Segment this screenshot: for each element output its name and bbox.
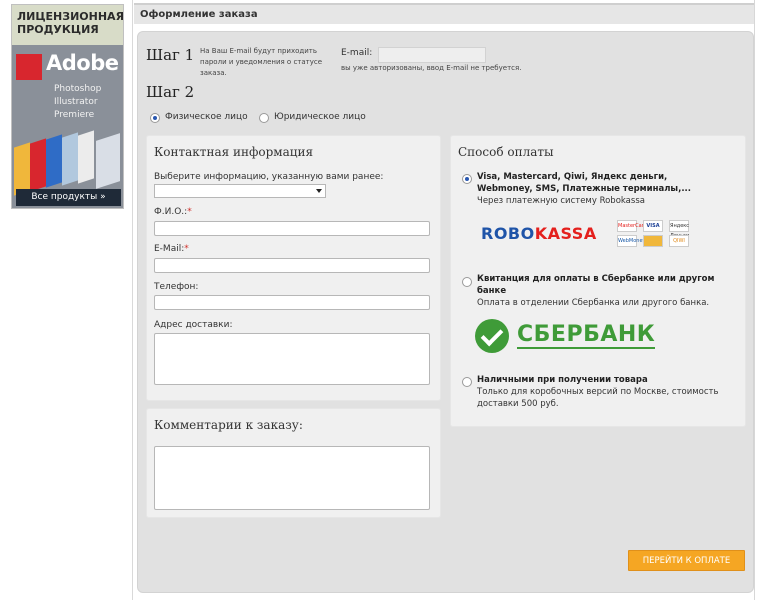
card-logo bbox=[643, 235, 663, 247]
step-2-label: Шаг 2 bbox=[146, 83, 195, 101]
adobe-logo-icon bbox=[16, 54, 42, 80]
all-products-button[interactable]: Все продукты » bbox=[16, 189, 121, 206]
product-box bbox=[14, 142, 30, 196]
comments-title: Комментарии к заказу: bbox=[154, 418, 303, 432]
radio-individual[interactable] bbox=[150, 113, 160, 123]
adobe-brand: Adobe bbox=[46, 51, 119, 75]
radio-cash[interactable] bbox=[462, 377, 472, 387]
email-label: E-mail: bbox=[341, 48, 373, 58]
chevron-down-icon bbox=[316, 189, 322, 193]
banner-product: Photoshop bbox=[54, 84, 102, 94]
adobe-logo: Adobe bbox=[16, 51, 121, 81]
product-box bbox=[62, 132, 78, 186]
cash-option-desc: Только для коробочных версий по Москве, … bbox=[477, 387, 719, 409]
payment-title: Способ оплаты bbox=[458, 145, 554, 159]
sberbank-check-icon bbox=[475, 319, 509, 353]
individual-label: Физическое лицо bbox=[165, 112, 248, 122]
payment-panel: Способ оплаты Visa, Mastercard, Qiwi, Ян… bbox=[450, 135, 746, 427]
legal-entity-label: Юридическое лицо bbox=[274, 112, 366, 122]
radio-legal-entity[interactable] bbox=[259, 113, 269, 123]
radio-sberbank[interactable] bbox=[462, 277, 472, 287]
sberbank-wordmark: СБЕРБАНК bbox=[517, 322, 656, 349]
email-field[interactable] bbox=[154, 258, 430, 273]
main-content: Оформление заказа Шаг 1 На Ваш E-mail бу… bbox=[134, 0, 770, 600]
name-input[interactable] bbox=[154, 221, 430, 236]
product-box bbox=[78, 130, 94, 184]
yandex-money-logo: Яндекс Деньги bbox=[669, 220, 689, 239]
webmoney-logo: WebMoney bbox=[617, 235, 645, 247]
right-border bbox=[754, 0, 755, 600]
name-label: Ф.И.О.:* bbox=[154, 207, 192, 217]
address-label: Адрес доставки: bbox=[154, 320, 233, 330]
visa-logo: VISA bbox=[643, 220, 663, 232]
left-sidebar: ЛИЦЕНЗИОННАЯ ПРОДУКЦИЯ Adobe Photoshop I… bbox=[0, 0, 133, 600]
product-boxes-image bbox=[12, 130, 123, 196]
product-box bbox=[46, 134, 62, 188]
checkout-form: Шаг 1 На Ваш E-mail будут приходить паро… bbox=[137, 31, 754, 593]
banner-product: Illustrator bbox=[54, 97, 98, 107]
product-box bbox=[96, 133, 120, 189]
product-box bbox=[30, 138, 46, 192]
payment-cards-logos: MasterCard VISA Яндекс Деньги WebMoney Q… bbox=[617, 220, 693, 250]
robokassa-logo: ROBOKASSA bbox=[481, 224, 597, 243]
step-1-note: На Ваш E-mail будут приходить пароли и у… bbox=[200, 47, 323, 77]
step-1-label: Шаг 1 bbox=[146, 46, 195, 64]
banner-product: Premiere bbox=[54, 110, 95, 120]
mastercard-logo: MasterCard bbox=[617, 220, 647, 232]
select-label: Выберите информацию, указанную вами ране… bbox=[154, 172, 384, 182]
phone-label: Телефон: bbox=[154, 282, 199, 292]
sberbank-option-desc: Оплата в отделении Сбербанка или другого… bbox=[477, 298, 710, 308]
contact-panel: Контактная информация Выберите информаци… bbox=[146, 135, 441, 401]
cash-option-title: Наличными при получении товара bbox=[477, 375, 648, 385]
saved-info-select[interactable] bbox=[154, 184, 326, 198]
email-input[interactable] bbox=[378, 47, 486, 63]
comments-panel: Комментарии к заказу: bbox=[146, 408, 441, 518]
robokassa-option-desc: Через платежную систему Robokassa bbox=[477, 196, 645, 206]
proceed-to-payment-button[interactable]: ПЕРЕЙТИ К ОПЛАТЕ bbox=[628, 550, 745, 571]
address-textarea[interactable] bbox=[154, 333, 430, 385]
contact-title: Контактная информация bbox=[154, 145, 314, 159]
comments-textarea[interactable] bbox=[154, 446, 430, 510]
banner-heading: ЛИЦЕНЗИОННАЯ ПРОДУКЦИЯ bbox=[12, 5, 123, 45]
adobe-banner[interactable]: ЛИЦЕНЗИОННАЯ ПРОДУКЦИЯ Adobe Photoshop I… bbox=[11, 4, 124, 209]
radio-robokassa[interactable] bbox=[462, 174, 472, 184]
robokassa-option-title: Visa, Mastercard, Qiwi, Яндекс деньги, W… bbox=[477, 172, 692, 194]
email-field-label: E-Mail:* bbox=[154, 244, 189, 254]
sberbank-option-title: Квитанция для оплаты в Сбербанке или дру… bbox=[477, 274, 715, 296]
email-note: вы уже авторизованы, ввод E-mail не треб… bbox=[341, 64, 522, 72]
qiwi-logo: QIWI bbox=[669, 235, 689, 247]
sberbank-logo: СБЕРБАНК bbox=[475, 319, 656, 355]
phone-input[interactable] bbox=[154, 295, 430, 310]
banner-products: Photoshop Illustrator Premiere bbox=[54, 83, 101, 122]
section-title: Оформление заказа bbox=[134, 3, 754, 24]
